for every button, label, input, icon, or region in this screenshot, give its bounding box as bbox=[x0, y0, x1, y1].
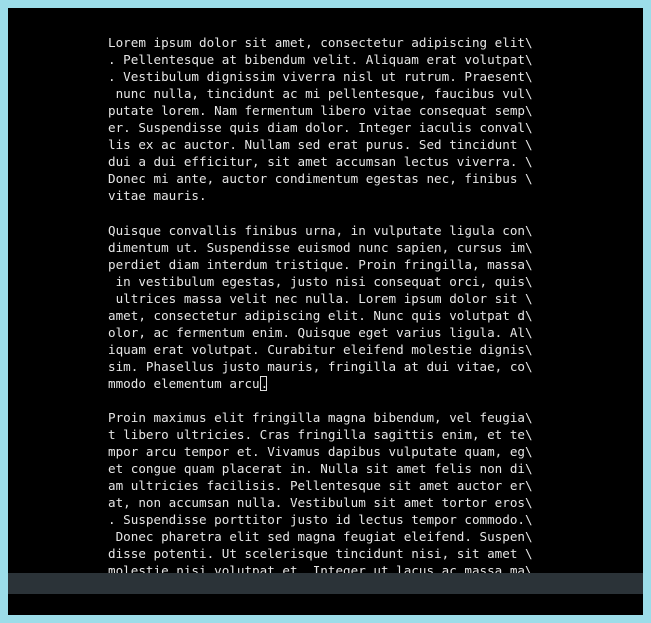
buffer-line[interactable]: at, non accumsan nulla. Vestibulum sit a… bbox=[108, 494, 533, 511]
buffer-line[interactable]: . Suspendisse porttitor justo id lectus … bbox=[108, 511, 533, 528]
text-cursor: . bbox=[259, 375, 268, 391]
buffer-line[interactable]: in vestibulum egestas, justo nisi conseq… bbox=[108, 273, 533, 290]
buffer-line[interactable]: Lorem ipsum dolor sit amet, consectetur … bbox=[108, 34, 533, 51]
buffer-line[interactable]: iquam erat volutpat. Curabitur eleifend … bbox=[108, 341, 533, 358]
buffer-line[interactable]: am ultricies facilisis. Pellentesque sit… bbox=[108, 477, 533, 494]
buffer-line[interactable]: nunc nulla, tincidunt ac mi pellentesque… bbox=[108, 85, 533, 102]
buffer-line[interactable]: Donec pharetra elit sed magna feugiat el… bbox=[108, 528, 533, 545]
terminal-area: Lorem ipsum dolor sit amet, consectetur … bbox=[8, 8, 643, 615]
emacs-window-frame: Lorem ipsum dolor sit amet, consectetur … bbox=[0, 0, 651, 623]
buffer-line[interactable]: . Vestibulum dignissim viverra nisl ut r… bbox=[108, 68, 533, 85]
buffer-line[interactable]: dimentum ut. Suspendisse euismod nunc sa… bbox=[108, 239, 533, 256]
buffer-line[interactable]: sim. Phasellus justo mauris, fringilla a… bbox=[108, 358, 533, 375]
mode-line[interactable]: U:--- focus.txt Top L4 <N> (Text Room en… bbox=[8, 573, 643, 594]
buffer-line[interactable]: vitae mauris. bbox=[108, 187, 533, 204]
buffer-blank-line bbox=[108, 204, 533, 221]
buffer-line[interactable]: Proin maximus elit fringilla magna biben… bbox=[108, 409, 533, 426]
buffer-line[interactable]: putate lorem. Nam fermentum libero vitae… bbox=[108, 102, 533, 119]
echo-area[interactable] bbox=[8, 594, 643, 615]
buffer-line[interactable]: mmodo elementum arcu. bbox=[108, 375, 533, 392]
buffer-line[interactable]: Quisque convallis finibus urna, in vulpu… bbox=[108, 222, 533, 239]
buffer-line[interactable]: . Pellentesque at bibendum velit. Aliqua… bbox=[108, 51, 533, 68]
buffer-line-text: mmodo elementum arcu bbox=[108, 375, 260, 391]
buffer-line[interactable]: dui a dui efficitur, sit amet accumsan l… bbox=[108, 153, 533, 170]
buffer-line[interactable]: t libero ultricies. Cras fringilla sagit… bbox=[108, 426, 533, 443]
text-buffer[interactable]: Lorem ipsum dolor sit amet, consectetur … bbox=[8, 8, 643, 580]
buffer-line[interactable]: ultrices massa velit nec nulla. Lorem ip… bbox=[108, 290, 533, 307]
buffer-line[interactable]: et congue quam placerat in. Nulla sit am… bbox=[108, 460, 533, 477]
buffer-line[interactable]: amet, consectetur adipiscing elit. Nunc … bbox=[108, 307, 533, 324]
buffer-line-container: Lorem ipsum dolor sit amet, consectetur … bbox=[108, 34, 533, 580]
buffer-blank-line bbox=[108, 392, 533, 409]
buffer-line[interactable]: Donec mi ante, auctor condimentum egesta… bbox=[108, 170, 533, 187]
buffer-line[interactable]: er. Suspendisse quis diam dolor. Integer… bbox=[108, 119, 533, 136]
buffer-line[interactable]: perdiet diam interdum tristique. Proin f… bbox=[108, 256, 533, 273]
buffer-line[interactable]: olor, ac fermentum enim. Quisque eget va… bbox=[108, 324, 533, 341]
buffer-line[interactable]: lis ex ac auctor. Nullam sed erat purus.… bbox=[108, 136, 533, 153]
buffer-line[interactable]: mpor arcu tempor et. Vivamus dapibus vul… bbox=[108, 443, 533, 460]
buffer-line[interactable]: disse potenti. Ut scelerisque tincidunt … bbox=[108, 545, 533, 562]
